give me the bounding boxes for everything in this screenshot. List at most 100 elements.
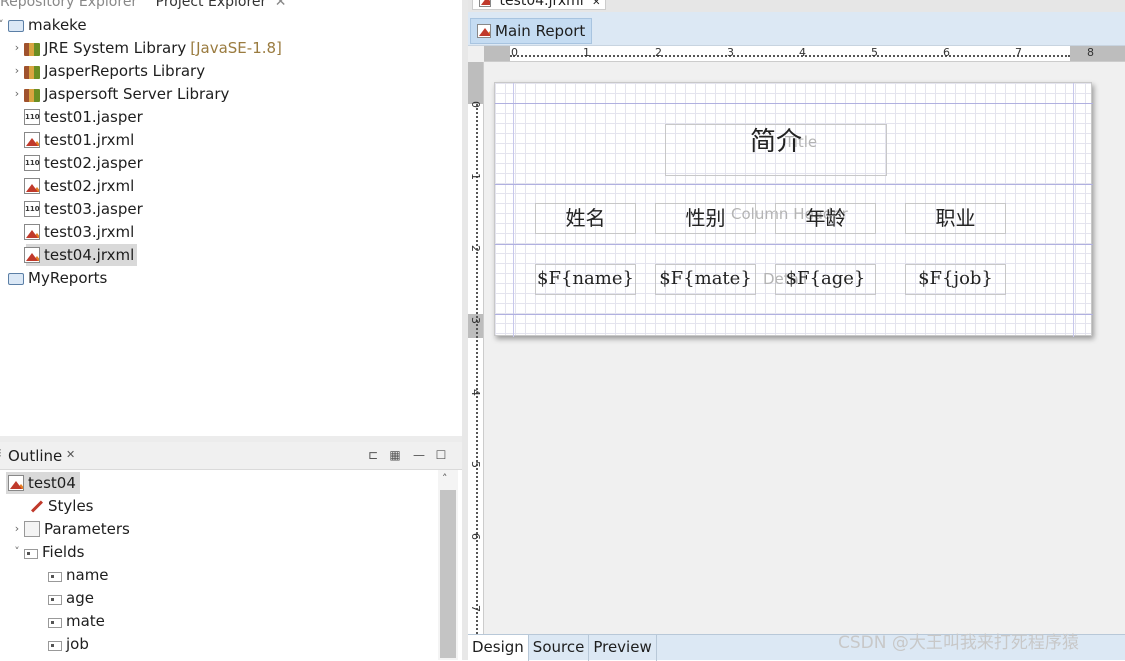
- ruler-tick-label: 6: [469, 533, 482, 540]
- outline-item-field-mate[interactable]: mate: [46, 610, 105, 632]
- tree-item-test04-jrxml[interactable]: test04.jrxml: [24, 244, 138, 266]
- chevron-right-icon[interactable]: ›: [12, 60, 22, 82]
- ruler-ticks: [510, 55, 1070, 57]
- jrxml-file-icon: [24, 178, 40, 194]
- close-icon[interactable]: ✕: [592, 0, 600, 8]
- ruler-tick-label: 2: [655, 46, 662, 59]
- styles-icon: [28, 498, 44, 514]
- outline-item-fields[interactable]: ˅ Fields: [12, 541, 84, 563]
- jrxml-file-icon: [479, 0, 491, 7]
- jrxml-file-icon: [24, 247, 40, 263]
- close-icon[interactable]: ✕: [66, 448, 75, 461]
- outline-scrollbar[interactable]: ˄: [438, 470, 458, 660]
- scrollbar-thumb[interactable]: [440, 490, 456, 658]
- detail-field-age[interactable]: $F{age}: [775, 264, 876, 295]
- band-boundary: [495, 184, 1093, 185]
- chevron-right-icon[interactable]: ›: [12, 518, 22, 540]
- band-boundary: [495, 244, 1093, 245]
- tree-item-test02-jasper[interactable]: 110 test02.jasper: [22, 152, 143, 174]
- jrxml-file-icon: [24, 224, 40, 240]
- report-editor: test04.jrxml ✕ Main Report 0 1 2 3 4 5 6…: [468, 0, 1125, 661]
- column-header-job[interactable]: 职业: [905, 203, 1006, 234]
- tab-repository-explorer[interactable]: Repository Explorer: [0, 0, 137, 10]
- tab-preview[interactable]: Preview: [589, 635, 657, 661]
- outline-item-styles[interactable]: Styles: [26, 495, 94, 517]
- jasper-file-icon: 110: [24, 201, 40, 217]
- explorer-tabs: Repository Explorer Project Explorer ✕: [0, 0, 286, 10]
- ruler-tick-label: 5: [469, 461, 482, 468]
- editor-tab-test04[interactable]: test04.jrxml ✕: [472, 0, 606, 10]
- filter-icon[interactable]: ▦: [386, 446, 404, 464]
- library-icon: [24, 88, 40, 102]
- project-explorer-panel: Repository Explorer Project Explorer ✕ ˅…: [0, 0, 462, 436]
- tree-item-label: test04.jrxml: [44, 246, 135, 264]
- outline-item-field-job[interactable]: job: [46, 633, 89, 655]
- tree-item-label: test03.jrxml: [44, 223, 135, 241]
- margin-guide: [1073, 83, 1074, 337]
- tree-item-label: test01.jasper: [44, 108, 143, 126]
- column-header-gender[interactable]: 性别: [655, 203, 756, 234]
- field-icon: [48, 640, 62, 651]
- ruler-tick-label: 3: [727, 46, 734, 59]
- chevron-right-icon[interactable]: ›: [12, 83, 22, 105]
- tab-project-explorer[interactable]: Project Explorer: [156, 0, 267, 10]
- outline-item-parameters[interactable]: › Parameters: [12, 518, 130, 540]
- close-icon[interactable]: ✕: [275, 0, 287, 10]
- design-canvas[interactable]: Title Column Header Detail 简介 姓名 性别 年龄 职…: [484, 62, 1125, 634]
- tree-item-jre[interactable]: › JRE System Library [JavaSE-1.8]: [12, 37, 282, 59]
- tree-item-suffix: [JavaSE-1.8]: [190, 39, 282, 57]
- outline-item-test04[interactable]: test04: [6, 472, 80, 494]
- tab-outline[interactable]: Outline: [8, 447, 62, 465]
- tab-main-report[interactable]: Main Report: [470, 18, 593, 44]
- outline-item-label: Styles: [48, 497, 94, 515]
- minimize-icon[interactable]: —: [410, 446, 428, 464]
- tree-item-test01-jasper[interactable]: 110 test01.jasper: [22, 106, 143, 128]
- tree-item-myreports[interactable]: MyReports: [6, 267, 107, 289]
- field-icon: [48, 571, 62, 582]
- chevron-down-icon[interactable]: ˅: [12, 541, 22, 563]
- tree-layout-icon[interactable]: ⊏: [364, 446, 382, 464]
- tree-item-jaspersoft-server-lib[interactable]: › Jaspersoft Server Library: [12, 83, 230, 105]
- chevron-up-icon[interactable]: ˄: [442, 472, 448, 485]
- tree-item-test02-jrxml[interactable]: test02.jrxml: [22, 175, 134, 197]
- parameters-icon: [24, 521, 40, 537]
- tree-item-test03-jasper[interactable]: 110 test03.jasper: [22, 198, 143, 220]
- column-header-age[interactable]: 年龄: [775, 203, 876, 234]
- band-boundary: [495, 314, 1093, 315]
- ruler-tick-label: 2: [469, 245, 482, 252]
- ruler-tick-label: 3: [469, 317, 482, 324]
- tab-design[interactable]: Design: [468, 635, 529, 661]
- tree-item-jasperreports-lib[interactable]: › JasperReports Library: [12, 60, 205, 82]
- chevron-right-icon[interactable]: ›: [12, 37, 22, 59]
- maximize-icon[interactable]: ☐: [432, 446, 450, 464]
- library-icon: [24, 65, 40, 79]
- tree-item-label: JasperReports Library: [44, 62, 206, 80]
- outline-item-field-age[interactable]: age: [46, 587, 94, 609]
- outline-item-field-name[interactable]: name: [46, 564, 109, 586]
- ruler-tick-label: 0: [469, 101, 482, 108]
- detail-field-name[interactable]: $F{name}: [535, 264, 636, 295]
- outline-item-label: Fields: [42, 543, 85, 561]
- tab-source[interactable]: Source: [529, 635, 590, 661]
- margin-guide: [513, 83, 514, 337]
- tree-item-test01-jrxml[interactable]: test01.jrxml: [22, 129, 134, 151]
- library-icon: [24, 42, 40, 56]
- column-header-name[interactable]: 姓名: [535, 203, 636, 234]
- detail-field-job[interactable]: $F{job}: [905, 264, 1006, 295]
- tree-item-label: test01.jrxml: [44, 131, 135, 149]
- outline-item-label: mate: [66, 612, 105, 630]
- detail-field-mate[interactable]: $F{mate}: [655, 264, 756, 295]
- jrxml-file-icon: [477, 24, 491, 38]
- title-textfield[interactable]: 简介: [665, 124, 887, 176]
- jasper-file-icon: 110: [24, 155, 40, 171]
- ruler-tick-label: 5: [871, 46, 878, 59]
- chevron-down-icon[interactable]: ˅: [0, 14, 6, 36]
- tree-item-label: JRE System Library: [44, 39, 187, 57]
- field-icon: [48, 594, 62, 605]
- tree-item-makeke[interactable]: ˅ makeke: [0, 14, 87, 36]
- ruler-tick-label: 6: [943, 46, 950, 59]
- tree-item-test03-jrxml[interactable]: test03.jrxml: [22, 221, 134, 243]
- drag-handle-icon[interactable]: ⁝: [0, 446, 2, 460]
- report-page[interactable]: Title Column Header Detail 简介 姓名 性别 年龄 职…: [494, 82, 1093, 337]
- outline-item-label: test04: [28, 474, 76, 492]
